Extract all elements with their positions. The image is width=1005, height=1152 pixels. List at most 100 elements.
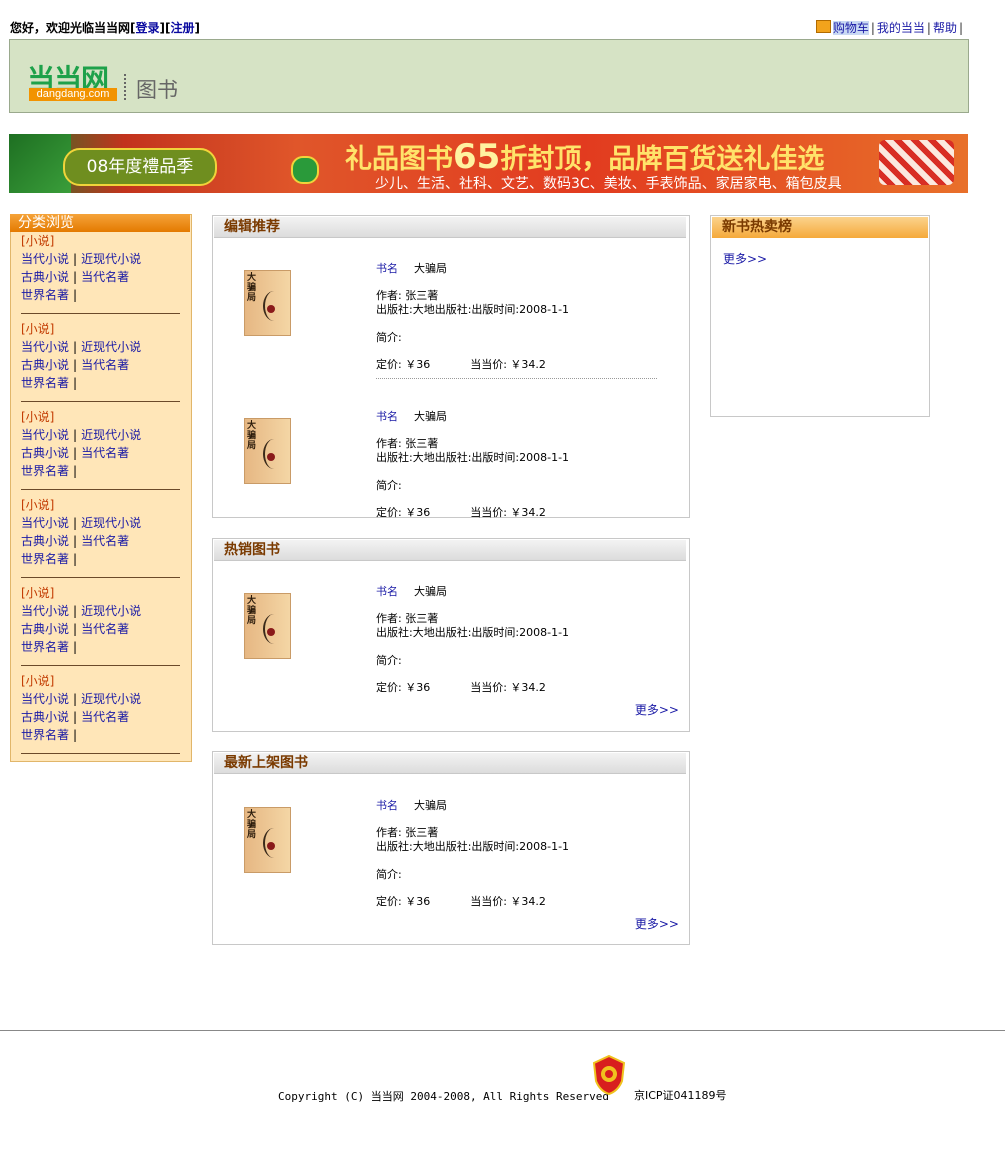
category-link[interactable]: 古典小说 [21, 534, 69, 548]
book-author: 作者: 张三著 [376, 437, 439, 450]
book-item: 大骗局 书名 大骗局 作者: 张三著 出版社:大地出版社:出版时间:2008-1-1 简介… [213, 258, 689, 388]
banner-headline: 礼品图书65折封顶，品牌百货送礼佳选 [345, 137, 825, 177]
category-link[interactable]: 当代名著 [81, 446, 129, 460]
section-title: 图书 [136, 78, 178, 102]
category-link[interactable]: 古典小说 [21, 710, 69, 724]
editor-picks-title: 编辑推荐 [214, 217, 686, 238]
category-title[interactable]: [小说] [21, 232, 181, 250]
bestseller-more-link[interactable]: 更多>> [723, 250, 767, 267]
new-books-more-link[interactable]: 更多>> [635, 915, 679, 932]
category-title[interactable]: [小说] [21, 672, 181, 690]
category-group: [小说] 当代小说 | 近现代小说 古典小说 | 当代名著 世界名著 | [21, 320, 181, 402]
category-link[interactable]: 世界名著 [21, 288, 69, 302]
book-cover[interactable]: 大骗局 [244, 593, 291, 659]
category-row: 古典小说 | 当代名著 [21, 268, 181, 286]
book-publisher: 出版社:大地出版社:出版时间:2008-1-1 [376, 303, 570, 316]
book-price: 定价: ￥36 当当价: ￥34.2 [376, 681, 546, 694]
hot-books-title: 热销图书 [214, 540, 686, 561]
category-link[interactable]: 近现代小说 [81, 428, 141, 442]
category-link[interactable]: 当代小说 [21, 604, 69, 618]
my-dangdang-link[interactable]: 我的当当 [877, 21, 925, 35]
link-separator: | [73, 692, 78, 706]
category-row: 世界名著 | [21, 638, 181, 656]
book-intro: 简介: [376, 331, 402, 344]
login-link[interactable]: 登录 [136, 21, 160, 35]
book-price: 定价: ￥36 当当价: ￥34.2 [376, 358, 546, 371]
link-separator: | [73, 428, 78, 442]
category-link[interactable]: 近现代小说 [81, 340, 141, 354]
category-link[interactable]: 当代名著 [81, 622, 129, 636]
book-publisher: 出版社:大地出版社:出版时间:2008-1-1 [376, 451, 570, 464]
book-name: 书名 大骗局 [376, 585, 447, 598]
category-divider [21, 753, 180, 754]
link-separator: | [73, 288, 78, 302]
book-cover[interactable]: 大骗局 [244, 418, 291, 484]
link-separator: | [73, 516, 78, 530]
category-link[interactable]: 当代名著 [81, 534, 129, 548]
category-link[interactable]: 当代名著 [81, 710, 129, 724]
hot-books-panel: 热销图书 大骗局 书名 大骗局 作者: 张三著 出版社:大地出版社:出版时间:2008-… [212, 538, 690, 732]
category-row: 古典小说 | 当代名著 [21, 444, 181, 462]
police-badge-icon[interactable] [592, 1055, 626, 1095]
book-item: 大骗局 书名 大骗局 作者: 张三著 出版社:大地出版社:出版时间:2008-1-1 简介… [213, 795, 689, 925]
category-link[interactable]: 当代名著 [81, 358, 129, 372]
link-separator: | [73, 252, 78, 266]
category-divider [21, 313, 180, 314]
book-name-link[interactable]: 大骗局 [414, 262, 447, 275]
category-link[interactable]: 古典小说 [21, 622, 69, 636]
category-link[interactable]: 世界名著 [21, 728, 69, 742]
category-link[interactable]: 近现代小说 [81, 252, 141, 266]
welcome-text: 您好，欢迎光临当当网[登录][注册] [10, 21, 200, 35]
category-link[interactable]: 当代小说 [21, 428, 69, 442]
category-link[interactable]: 世界名著 [21, 376, 69, 390]
category-title[interactable]: [小说] [21, 496, 181, 514]
help-link[interactable]: 帮助 [933, 21, 957, 35]
category-link[interactable]: 世界名著 [21, 640, 69, 654]
category-link[interactable]: 当代小说 [21, 516, 69, 530]
promo-banner[interactable]: 08年度禮品季 礼品图书65折封顶，品牌百货送礼佳选 少儿、生活、社科、文艺、数… [9, 134, 968, 193]
category-link[interactable]: 当代小说 [21, 252, 69, 266]
register-link[interactable]: 注册 [170, 21, 194, 35]
sidebar-title: 分类浏览 [10, 214, 190, 232]
category-title[interactable]: [小说] [21, 408, 181, 426]
category-link[interactable]: 当代小说 [21, 340, 69, 354]
editor-picks-panel: 编辑推荐 大骗局 书名 大骗局 作者: 张三著 出版社:大地出版社:出版时间:2008-… [212, 215, 690, 519]
category-group: [小说] 当代小说 | 近现代小说 古典小说 | 当代名著 世界名著 | [21, 496, 181, 578]
tree-icon [9, 134, 71, 193]
category-link[interactable]: 古典小说 [21, 358, 69, 372]
new-books-title: 最新上架图书 [214, 753, 686, 774]
book-intro: 简介: [376, 479, 402, 492]
category-divider [21, 665, 180, 666]
category-row: 古典小说 | 当代名著 [21, 620, 181, 638]
category-group: [小说] 当代小说 | 近现代小说 古典小说 | 当代名著 世界名著 | [21, 408, 181, 490]
link-separator: | [73, 622, 78, 636]
link-separator: | [73, 446, 78, 460]
category-link[interactable]: 世界名著 [21, 464, 69, 478]
category-row: 当代小说 | 近现代小说 [21, 690, 181, 708]
category-link[interactable]: 近现代小说 [81, 604, 141, 618]
link-separator: | [73, 358, 78, 372]
book-cover[interactable]: 大骗局 [244, 807, 291, 873]
book-name-link[interactable]: 大骗局 [414, 410, 447, 423]
book-name-link[interactable]: 大骗局 [414, 585, 447, 598]
category-link[interactable]: 当代小说 [21, 692, 69, 706]
top-links: 购物车 | 我的当当 | 帮助 | [815, 19, 965, 36]
category-link[interactable]: 近现代小说 [81, 692, 141, 706]
logo-divider [124, 74, 128, 100]
category-row: 当代小说 | 近现代小说 [21, 426, 181, 444]
book-cover[interactable]: 大骗局 [244, 270, 291, 336]
category-link[interactable]: 当代名著 [81, 270, 129, 284]
category-link[interactable]: 古典小说 [21, 446, 69, 460]
category-title[interactable]: [小说] [21, 320, 181, 338]
cart-link[interactable]: 购物车 [832, 21, 869, 35]
category-title[interactable]: [小说] [21, 584, 181, 602]
book-name: 书名 大骗局 [376, 799, 447, 812]
category-link[interactable]: 世界名著 [21, 552, 69, 566]
category-row: 当代小说 | 近现代小说 [21, 514, 181, 532]
link-separator: | [73, 710, 78, 724]
book-name-link[interactable]: 大骗局 [414, 799, 447, 812]
cart-icon [815, 20, 831, 33]
hot-books-more-link[interactable]: 更多>> [635, 701, 679, 718]
category-link[interactable]: 古典小说 [21, 270, 69, 284]
category-link[interactable]: 近现代小说 [81, 516, 141, 530]
